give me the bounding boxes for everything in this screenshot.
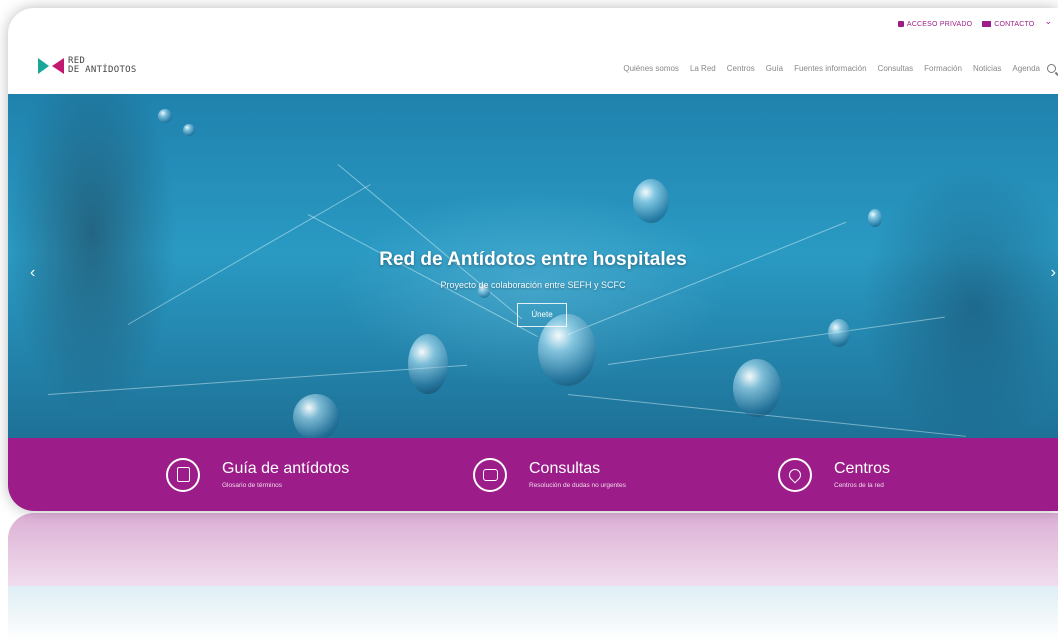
feature-title: Centros [834,460,891,477]
site-header: RED DE ANTÍDOTOS Quiénes somos La Red Ce… [8,34,1058,102]
top-utility-bar: ACCESO PRIVADO CONTACTO ⌄ [897,16,1058,32]
card-reflection [8,513,1058,641]
water-drop-image [183,124,195,136]
nav-item-quienes-somos[interactable]: Quiénes somos [623,64,679,73]
water-drop-image [293,394,339,440]
site-logo[interactable]: RED DE ANTÍDOTOS [38,56,137,76]
feature-guia-antidotos[interactable]: Guía de antídotos Glosario de términos [166,438,349,511]
feature-centros[interactable]: Centros Centros de la red [778,438,890,511]
private-access-link[interactable]: ACCESO PRIVADO [897,16,973,32]
location-pin-icon [778,457,812,492]
nav-item-agenda[interactable]: Agenda [1012,64,1040,73]
book-icon [166,457,200,492]
lock-icon [897,21,904,27]
chat-icon [473,457,507,492]
hero-title: Red de Antídotos entre hospitales [379,249,687,270]
website-card: ACCESO PRIVADO CONTACTO ⌄ RED DE ANTÍDOT… [8,8,1058,511]
nav-item-formacion[interactable]: Formación [924,64,962,73]
hero-subtitle: Proyecto de colaboración entre SEFH y SC… [440,280,626,290]
main-nav: Quiénes somos La Red Centros Guía Fuente… [623,64,1056,73]
nav-item-noticias[interactable]: Noticias [973,64,1001,73]
nav-item-la-red[interactable]: La Red [690,64,716,73]
water-drop-image [158,109,172,123]
contact-link[interactable]: CONTACTO [982,16,1034,32]
nav-item-guia[interactable]: Guía [766,64,783,73]
feature-subtitle: Centros de la red [834,482,884,489]
logo-line-2: DE ANTÍDOTOS [68,65,137,75]
hero-slider: ‹ › Red de Antídotos entre hospitales Pr… [8,94,1058,446]
nav-item-centros[interactable]: Centros [727,64,755,73]
logo-mark-icon [38,58,64,74]
water-drop-image [408,334,448,394]
feature-subtitle: Resolución de dudas no urgentes [529,482,626,489]
contact-label: CONTACTO [994,20,1035,28]
feature-consultas[interactable]: Consultas Resolución de dudas no urgente… [473,438,626,511]
mail-icon [982,21,992,27]
private-access-label: ACCESO PRIVADO [906,20,973,28]
water-drop-image [633,179,669,223]
water-drop-image [868,209,882,227]
nav-item-consultas[interactable]: Consultas [878,64,914,73]
join-button[interactable]: Únete [517,303,567,327]
features-band: Guía de antídotos Glosario de términos C… [8,438,1058,511]
search-icon[interactable] [1047,64,1056,73]
chevron-down-icon[interactable]: ⌄ [1044,16,1052,32]
nav-item-fuentes-informacion[interactable]: Fuentes información [794,64,866,73]
feature-title: Consultas [529,460,601,477]
water-drop-image [733,359,781,417]
water-drop-image [828,319,850,347]
feature-title: Guía de antídotos [222,460,350,477]
feature-subtitle: Glosario de términos [222,482,282,489]
